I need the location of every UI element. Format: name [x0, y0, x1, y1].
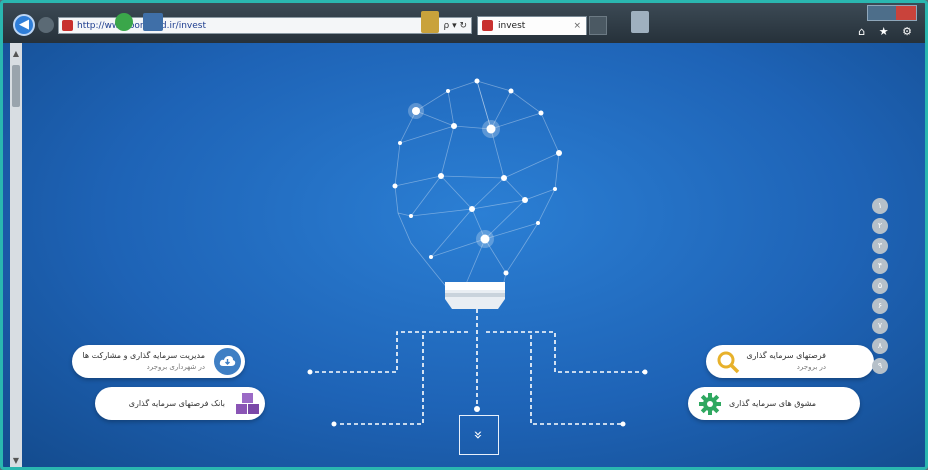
site-favicon-icon [62, 20, 73, 31]
gear-icon [696, 390, 723, 417]
section-dot-2[interactable]: ۲ [872, 218, 888, 234]
back-button[interactable]: ◀ [13, 14, 35, 36]
investment-incentives-card[interactable]: مشوق های سرمایه گذاری [688, 387, 860, 420]
section-dot-3[interactable]: ۳ [872, 238, 888, 254]
search-icon [714, 348, 741, 375]
investment-opportunity-bank-card[interactable]: بانک فرصتهای سرمایه گذاری [95, 387, 265, 420]
tab-favicon-icon [482, 20, 493, 31]
app-taskbar-icon-2[interactable] [143, 13, 163, 31]
tab-title: invest [498, 21, 526, 31]
page-content: ▲ ▼ مدیریت سرمایه گذاری و مشارکت ها در ش… [3, 43, 925, 467]
double-chevron-down-icon: » [470, 430, 488, 440]
section-dot-9[interactable]: ۹ [872, 358, 888, 374]
section-dot-6[interactable]: ۶ [872, 298, 888, 314]
section-dot-4[interactable]: ۴ [872, 258, 888, 274]
document-taskbar-icon[interactable] [631, 11, 649, 33]
url-text[interactable]: http://www.borujerd.ir/invest [77, 19, 206, 33]
section-dot-1[interactable]: ۱ [872, 198, 888, 214]
toolbar-icons[interactable]: ⌂ ★ ⚙ [858, 25, 917, 38]
investment-management-card[interactable]: مدیریت سرمایه گذاری و مشارکت ها در شهردا… [72, 345, 245, 378]
app-taskbar-icon[interactable] [115, 13, 133, 31]
cubes-icon [234, 390, 261, 417]
section-dot-8[interactable]: ۸ [872, 338, 888, 354]
folder-taskbar-icon[interactable] [421, 11, 439, 33]
opportunities-title: فرصتهای سرمایه گذاری [746, 351, 826, 360]
forward-button[interactable] [38, 17, 54, 33]
section-dot-7[interactable]: ۷ [872, 318, 888, 334]
investment-management-subtitle: در شهرداری بروجرد [146, 363, 205, 371]
new-tab-button[interactable] [589, 16, 607, 35]
scroll-down-button[interactable]: » [459, 415, 499, 455]
browser-chrome: ◀ http://www.borujerd.ir/invest ρ ▾ ↻ in… [3, 3, 925, 43]
section-dot-5[interactable]: ۵ [872, 278, 888, 294]
window-close-button[interactable] [896, 6, 916, 20]
tab-invest[interactable]: invest × [477, 16, 587, 35]
tab-close-icon[interactable]: × [573, 19, 581, 33]
investment-opportunities-card[interactable]: فرصتهای سرمایه گذاری در بروجرد [706, 345, 874, 378]
cloud-download-icon [214, 348, 241, 375]
address-tools[interactable]: ρ ▾ ↻ [444, 19, 468, 33]
investment-management-title: مدیریت سرمایه گذاری و مشارکت ها [82, 351, 205, 360]
opportunity-bank-title: بانک فرصتهای سرمایه گذاری [128, 399, 225, 408]
incentives-title: مشوق های سرمایه گذاری [728, 399, 816, 408]
browser-window: ◀ http://www.borujerd.ir/invest ρ ▾ ↻ in… [0, 0, 928, 470]
opportunities-subtitle: در بروجرد [796, 363, 826, 371]
window-controls[interactable] [867, 5, 917, 21]
